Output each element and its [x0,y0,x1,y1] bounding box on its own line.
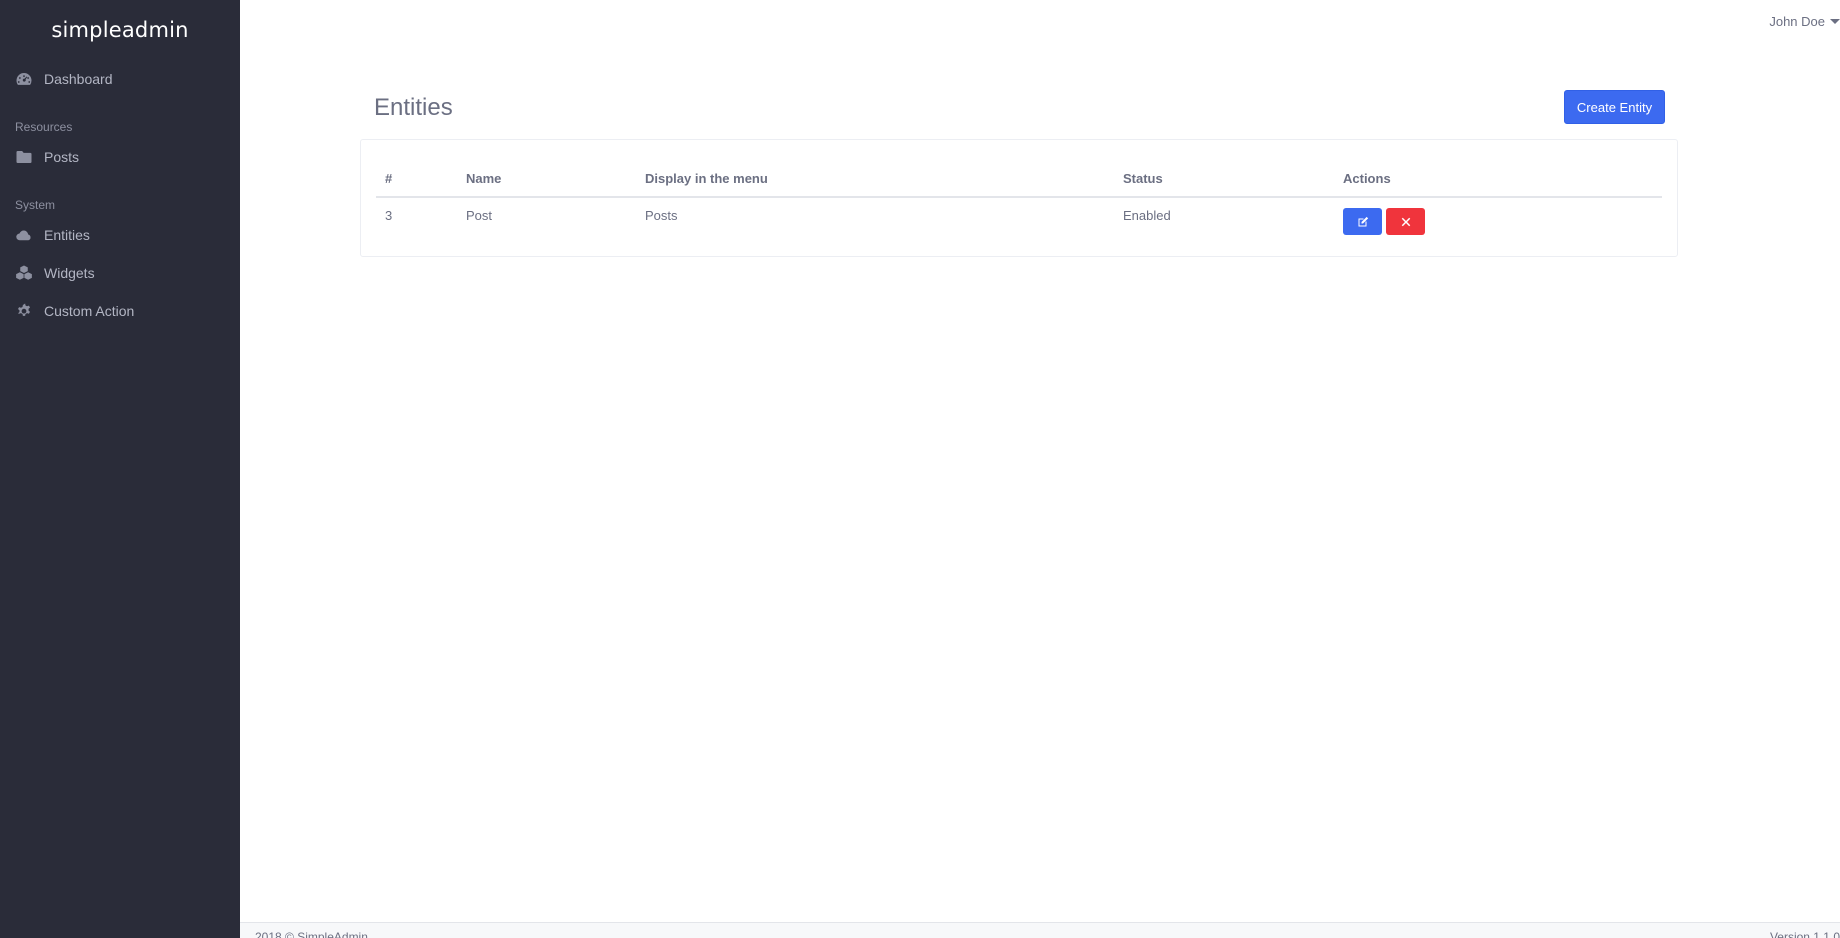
cell-status: Enabled [1123,208,1171,223]
cell-actions [1334,197,1662,245]
entities-panel: # Name Display in the menu Status Action… [360,139,1678,257]
edit-icon [1358,216,1368,226]
footer-copyright: 2018 © SimpleAdmin [255,930,368,938]
sidebar-item-entities[interactable]: Entities [0,216,240,254]
delete-button[interactable] [1386,208,1425,235]
column-header-menu: Display in the menu [636,160,1114,198]
entities-table: # Name Display in the menu Status Action… [376,160,1662,245]
sidebar: simpleadmin Dashboard Resources Posts Sy… [0,0,240,938]
column-header-actions: Actions [1334,160,1662,198]
app-root: simpleadmin Dashboard Resources Posts Sy… [0,0,1840,938]
sidebar-item-posts[interactable]: Posts [0,138,240,176]
sidebar-item-label: Entities [44,227,90,243]
cubes-icon [15,264,33,282]
cell-menu: Posts [645,208,678,223]
column-header-status: Status [1114,160,1334,198]
user-name: John Doe [1769,14,1825,29]
create-entity-button[interactable]: Create Entity [1564,90,1665,124]
nav-section-resources: Resources [15,120,73,134]
caret-down-icon [1830,19,1840,24]
sidebar-item-label: Posts [44,149,80,165]
column-header-id: # [376,160,457,198]
nav-section-system: System [15,198,56,212]
gear-icon [15,302,33,320]
row-actions [1343,208,1653,235]
close-icon [1401,217,1410,226]
table-row: 3 Post Posts Enabled [376,197,1662,245]
dashboard-icon [15,70,33,88]
sidebar-item-widgets[interactable]: Widgets [0,254,240,292]
sidebar-item-label: Widgets [44,265,95,281]
edit-button[interactable] [1343,208,1382,235]
cell-name: Post [466,208,493,223]
sidebar-item-custom-action[interactable]: Custom Action [0,292,240,330]
sidebar-item-label: Custom Action [44,303,135,319]
cloud-icon [15,226,33,244]
sidebar-item-dashboard[interactable]: Dashboard [0,60,240,98]
footer-version: Version 1.1.0 [1769,930,1840,938]
page-title: Entities [374,94,453,121]
table-header-row: # Name Display in the menu Status Action… [376,160,1662,198]
brand-logo[interactable]: simpleadmin [0,0,240,60]
user-menu[interactable]: John Doe [1769,14,1840,29]
column-header-name: Name [457,160,636,198]
footer: 2018 © SimpleAdmin Version 1.1.0 [240,922,1840,938]
folder-icon [15,148,33,166]
cell-id: 3 [385,208,393,223]
sidebar-item-label: Dashboard [44,71,113,87]
